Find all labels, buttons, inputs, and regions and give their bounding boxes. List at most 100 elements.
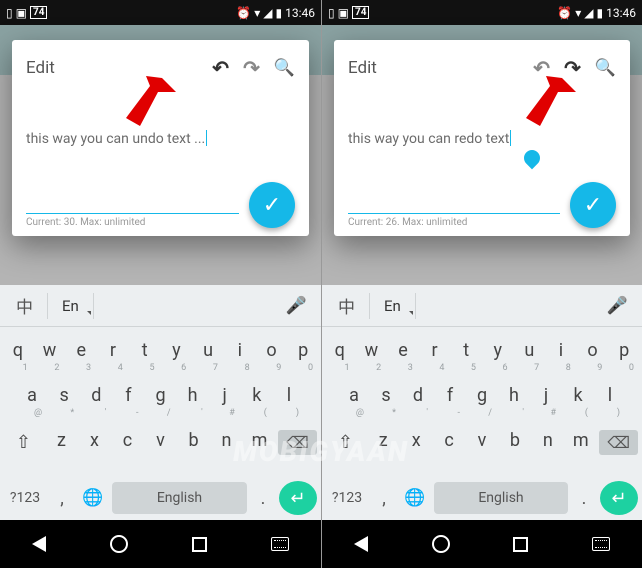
tutorial-arrow — [510, 72, 580, 142]
key-w[interactable]: w2 — [356, 331, 388, 374]
text-handle[interactable] — [521, 147, 544, 170]
key-x[interactable]: x — [78, 421, 111, 468]
redo-icon[interactable]: ↷ — [243, 58, 260, 78]
key-e[interactable]: e3 — [65, 331, 97, 374]
recents-button[interactable] — [192, 537, 207, 552]
key-e[interactable]: e3 — [387, 331, 419, 374]
key-y[interactable]: y6 — [161, 331, 193, 374]
period-key[interactable]: . — [251, 488, 275, 509]
clock-text: 13:46 — [606, 6, 636, 20]
key-h[interactable]: h′ — [177, 376, 209, 419]
key-q[interactable]: q1 — [324, 331, 356, 374]
key-b[interactable]: b — [498, 421, 531, 468]
input-underline — [26, 213, 239, 214]
key-n[interactable]: n — [531, 421, 564, 468]
key-m[interactable]: m — [243, 421, 276, 468]
back-button[interactable] — [32, 536, 46, 552]
mic-icon[interactable]: 🎤 — [278, 292, 315, 320]
key-l[interactable]: l) — [273, 376, 305, 419]
dialog-title: Edit — [26, 58, 55, 78]
kb-row-1: q1w2e3r4t5y6u7i8o9p0 — [2, 331, 319, 374]
backspace-key[interactable]: ⌫ — [276, 421, 319, 468]
period-key[interactable]: . — [572, 488, 596, 509]
key-u[interactable]: u7 — [514, 331, 546, 374]
key-l[interactable]: l) — [594, 376, 626, 419]
key-u[interactable]: u7 — [192, 331, 224, 374]
key-r[interactable]: r4 — [97, 331, 129, 374]
key-f[interactable]: f- — [112, 376, 144, 419]
kb-row-2: a@s*d′f-g/h′j#k(l) — [324, 376, 640, 419]
key-t[interactable]: t5 — [450, 331, 482, 374]
space-key[interactable]: English — [434, 482, 568, 514]
key-o[interactable]: o9 — [256, 331, 288, 374]
key-j[interactable]: j# — [209, 376, 241, 419]
char-counter: Current: 26. Max: unlimited — [348, 217, 560, 228]
key-a[interactable]: a@ — [338, 376, 370, 419]
shift-key[interactable]: ⇧ — [324, 421, 367, 468]
key-c[interactable]: c — [111, 421, 144, 468]
key-g[interactable]: g/ — [466, 376, 498, 419]
recents-button[interactable] — [513, 537, 528, 552]
signal-icon: ◢ — [263, 6, 272, 20]
confirm-button[interactable]: ✓ — [249, 182, 295, 228]
comma-key[interactable]: , — [372, 488, 396, 509]
keyboard-switch-icon[interactable] — [271, 537, 289, 551]
key-w[interactable]: w2 — [34, 331, 66, 374]
globe-icon[interactable]: 🌐 — [400, 488, 430, 508]
keyboard-switch-icon[interactable] — [592, 537, 610, 551]
key-g[interactable]: g/ — [144, 376, 176, 419]
space-key[interactable]: English — [112, 482, 247, 514]
key-p[interactable]: p0 — [287, 331, 319, 374]
lang-english-button[interactable]: En — [52, 293, 89, 319]
tutorial-arrow — [110, 72, 180, 142]
key-r[interactable]: r4 — [419, 331, 451, 374]
key-k[interactable]: k( — [241, 376, 273, 419]
key-d[interactable]: d′ — [80, 376, 112, 419]
key-s[interactable]: s* — [48, 376, 80, 419]
edit-dialog: Edit ↶ ↷ 🔍 this way you can redo text Cu… — [334, 40, 630, 236]
keyboard: 中 En 🎤 q1w2e3r4t5y6u7i8o9p0 a@s*d′f-g/h′… — [322, 285, 642, 520]
key-s[interactable]: s* — [370, 376, 402, 419]
search-icon[interactable]: 🔍 — [274, 58, 295, 78]
key-x[interactable]: x — [400, 421, 433, 468]
key-o[interactable]: o9 — [577, 331, 609, 374]
key-f[interactable]: f- — [434, 376, 466, 419]
key-n[interactable]: n — [210, 421, 243, 468]
key-t[interactable]: t5 — [129, 331, 161, 374]
backspace-key[interactable]: ⌫ — [597, 421, 640, 468]
undo-icon[interactable]: ↶ — [212, 58, 229, 78]
back-button[interactable] — [354, 536, 368, 552]
comma-key[interactable]: , — [50, 488, 74, 509]
key-z[interactable]: z — [45, 421, 78, 468]
key-q[interactable]: q1 — [2, 331, 34, 374]
mic-icon[interactable]: 🎤 — [599, 292, 636, 320]
key-d[interactable]: d′ — [402, 376, 434, 419]
key-b[interactable]: b — [177, 421, 210, 468]
key-i[interactable]: i8 — [545, 331, 577, 374]
lang-chinese-button[interactable]: 中 — [6, 289, 43, 322]
key-a[interactable]: a@ — [16, 376, 48, 419]
symbols-key[interactable]: ?123 — [326, 490, 368, 506]
enter-key[interactable]: ↵ — [600, 481, 638, 515]
key-c[interactable]: c — [433, 421, 466, 468]
lang-chinese-button[interactable]: 中 — [328, 289, 365, 322]
key-y[interactable]: y6 — [482, 331, 514, 374]
home-button[interactable] — [432, 535, 450, 553]
key-j[interactable]: j# — [530, 376, 562, 419]
key-z[interactable]: z — [367, 421, 400, 468]
key-v[interactable]: v — [144, 421, 177, 468]
search-icon[interactable]: 🔍 — [595, 58, 616, 78]
confirm-button[interactable]: ✓ — [570, 182, 616, 228]
lang-english-button[interactable]: En — [374, 293, 411, 319]
enter-key[interactable]: ↵ — [279, 481, 317, 515]
key-h[interactable]: h′ — [498, 376, 530, 419]
shift-key[interactable]: ⇧ — [2, 421, 45, 468]
key-k[interactable]: k( — [562, 376, 594, 419]
globe-icon[interactable]: 🌐 — [78, 488, 108, 508]
home-button[interactable] — [110, 535, 128, 553]
key-m[interactable]: m — [564, 421, 597, 468]
key-v[interactable]: v — [466, 421, 499, 468]
key-p[interactable]: p0 — [608, 331, 640, 374]
symbols-key[interactable]: ?123 — [4, 490, 46, 506]
key-i[interactable]: i8 — [224, 331, 256, 374]
